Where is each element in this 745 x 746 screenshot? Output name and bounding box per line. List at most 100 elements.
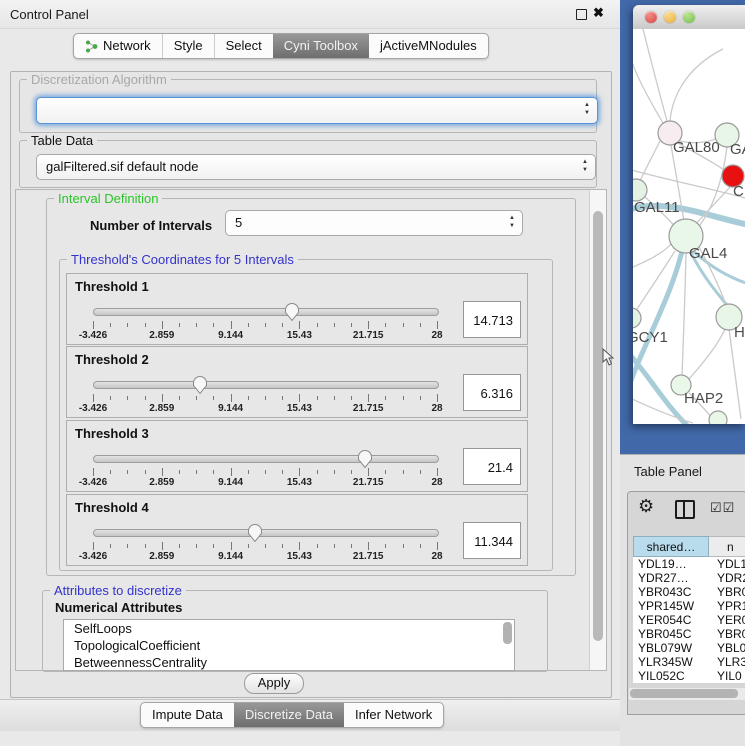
threshold-4-label: Threshold 4 <box>75 500 149 515</box>
tab-discretize-data[interactable]: Discretize Data <box>234 703 344 727</box>
close-traffic-light[interactable] <box>645 11 657 23</box>
slider-track[interactable] <box>93 529 439 537</box>
threshold-4-slider[interactable]: -3.4262.8599.14415.4321.71528 <box>93 523 437 561</box>
number-of-intervals-label: Number of Intervals <box>90 218 212 233</box>
table-data-title: Table Data <box>27 133 97 148</box>
settings-scrollpane: Interval Definition Number of Intervals … <box>15 189 607 671</box>
network-node[interactable] <box>709 411 727 424</box>
column-header-name[interactable]: n <box>709 536 745 557</box>
tick-label: 21.715 <box>353 477 384 488</box>
node-label: GAL80 <box>673 139 720 156</box>
columns-icon[interactable] <box>675 500 695 519</box>
threshold-1-slider[interactable]: -3.4262.8599.14415.4321.71528 <box>93 302 437 340</box>
network-icon <box>85 40 98 53</box>
tick-label: 21.715 <box>353 551 384 562</box>
gear-icon[interactable]: ⚙ <box>638 496 654 517</box>
slider-thumb[interactable] <box>247 523 263 543</box>
attributes-group-title: Attributes to discretize <box>50 583 186 598</box>
threshold-4-value[interactable]: 11.344 <box>463 522 521 559</box>
tab-impute-data[interactable]: Impute Data <box>141 703 234 727</box>
tab-style[interactable]: Style <box>162 34 214 58</box>
threshold-2-slider[interactable]: -3.4262.8599.14415.4321.71528 <box>93 375 437 413</box>
table-row[interactable]: YLR345WYLR3 <box>633 655 745 669</box>
float-window-icon[interactable] <box>576 9 587 20</box>
slider-tick-labels: -3.4262.8599.14415.4321.71528 <box>93 403 437 414</box>
slider-thumb[interactable] <box>284 302 300 322</box>
settings-scrollbar[interactable] <box>589 190 606 670</box>
network-canvas[interactable]: GAL80GACGAL11GAL4GCY1HHAP2 <box>633 29 745 424</box>
table-row[interactable]: YBR043CYBR0 <box>633 585 745 599</box>
table-row[interactable]: YIL052CYIL0 <box>633 669 745 683</box>
tick-label: 2.859 <box>149 551 174 562</box>
column-header-shared-name[interactable]: shared… <box>633 536 709 557</box>
tick-label: -3.426 <box>79 403 107 414</box>
slider-thumb[interactable] <box>192 375 208 395</box>
interval-definition-title: Interval Definition <box>54 191 162 206</box>
table-horizontal-scrollbar[interactable] <box>629 688 745 700</box>
attributes-list-scrollbar[interactable] <box>503 622 512 644</box>
threshold-3-value[interactable]: 21.4 <box>463 448 521 485</box>
table-row[interactable]: YDR27…YDR2 <box>633 571 745 585</box>
node-label: C <box>733 183 744 200</box>
attribute-list-item[interactable]: SelfLoops <box>64 620 514 637</box>
network-window: GAL80GACGAL11GAL4GCY1HHAP2 <box>633 5 745 424</box>
node-table: ⚙ ☑☑ shared… n YDL19…YDL1YDR27…YDR2YBR04… <box>627 491 745 715</box>
attribute-list-item[interactable]: BetweennessCentrality <box>64 654 514 671</box>
number-of-intervals-value: 5 <box>235 215 242 230</box>
tab-network[interactable]: Network <box>74 34 162 58</box>
spinner-down-icon: ▼ <box>582 166 588 174</box>
slider-ticks <box>93 468 437 477</box>
discretization-algorithm-title: Discretization Algorithm <box>27 72 171 87</box>
slider-track[interactable] <box>93 308 439 316</box>
tab-select[interactable]: Select <box>214 34 273 58</box>
table-row[interactable]: YER054CYER0 <box>633 613 745 627</box>
spinner-down-icon: ▼ <box>584 109 590 117</box>
slider-thumb[interactable] <box>357 449 373 469</box>
table-row[interactable]: YDL19…YDL1 <box>633 557 745 571</box>
tick-label: 28 <box>431 477 442 488</box>
close-icon[interactable]: ✖ <box>593 5 604 21</box>
settings-scrollbar-thumb[interactable] <box>593 211 603 641</box>
table-row[interactable]: YPR145WYPR1 <box>633 599 745 613</box>
attribute-list-item[interactable]: TopologicalCoefficient <box>64 637 514 654</box>
tab-jactivemnodules[interactable]: jActiveMNodules <box>369 34 488 58</box>
threshold-3-panel: Threshold 3 -3.4262.8599.14415.4321.7152… <box>66 420 528 492</box>
minimize-traffic-light[interactable] <box>664 11 676 23</box>
apply-button[interactable]: Apply <box>244 673 304 694</box>
tick-label: 21.715 <box>353 403 384 414</box>
algorithm-combobox[interactable]: ▲▼ <box>36 97 598 124</box>
slider-track[interactable] <box>93 455 439 463</box>
tick-label: -3.426 <box>79 551 107 562</box>
table-panel: Table Panel ⚙ ☑☑ shared… n YDL19…YDL1YDR… <box>620 454 745 746</box>
tick-label: 2.859 <box>149 330 174 341</box>
tick-label: 28 <box>431 551 442 562</box>
table-row[interactable]: YBL079WYBL0 <box>633 641 745 655</box>
tick-label: 28 <box>431 403 442 414</box>
table-data-group: Table Data galFiltered.sif default node … <box>19 140 597 188</box>
table-row[interactable]: YBR045CYBR0 <box>633 627 745 641</box>
discretization-algorithm-group: Discretization Algorithm ▲▼ <box>19 79 597 133</box>
tick-label: 9.144 <box>218 551 243 562</box>
threshold-1-label: Threshold 1 <box>75 279 149 294</box>
node-label: GAL11 <box>634 199 680 216</box>
zoom-traffic-light[interactable] <box>683 11 695 23</box>
threshold-3-label: Threshold 3 <box>75 426 149 441</box>
select-all-checkbox-icon[interactable]: ☑ <box>710 500 723 515</box>
slider-ticks <box>93 542 437 551</box>
slider-track[interactable] <box>93 381 439 389</box>
table-data-combobox[interactable]: galFiltered.sif default node ▲▼ <box>36 154 596 180</box>
threshold-1-value[interactable]: 14.713 <box>463 301 521 338</box>
table-rows: YDL19…YDL1YDR27…YDR2YBR043CYBR0YPR145WYP… <box>633 557 745 683</box>
number-of-intervals-combobox[interactable]: 5 ▲▼ <box>225 210 523 236</box>
table-scrollbar-thumb[interactable] <box>630 689 738 698</box>
threshold-2-value[interactable]: 6.316 <box>463 374 521 411</box>
spinner-up-icon: ▲ <box>584 101 590 109</box>
table-data-value: galFiltered.sif default node <box>46 159 198 174</box>
control-panel: Control Panel ✖ Network Style Select Cyn… <box>0 0 620 745</box>
numerical-attributes-list[interactable]: SelfLoopsTopologicalCoefficientBetweenne… <box>63 619 515 671</box>
tab-infer-network[interactable]: Infer Network <box>344 703 443 727</box>
tab-cyni-toolbox[interactable]: Cyni Toolbox <box>273 34 369 58</box>
threshold-3-slider[interactable]: -3.4262.8599.14415.4321.71528 <box>93 449 437 487</box>
select-none-checkbox-icon[interactable]: ☑ <box>723 500 736 515</box>
network-node[interactable] <box>633 308 641 328</box>
